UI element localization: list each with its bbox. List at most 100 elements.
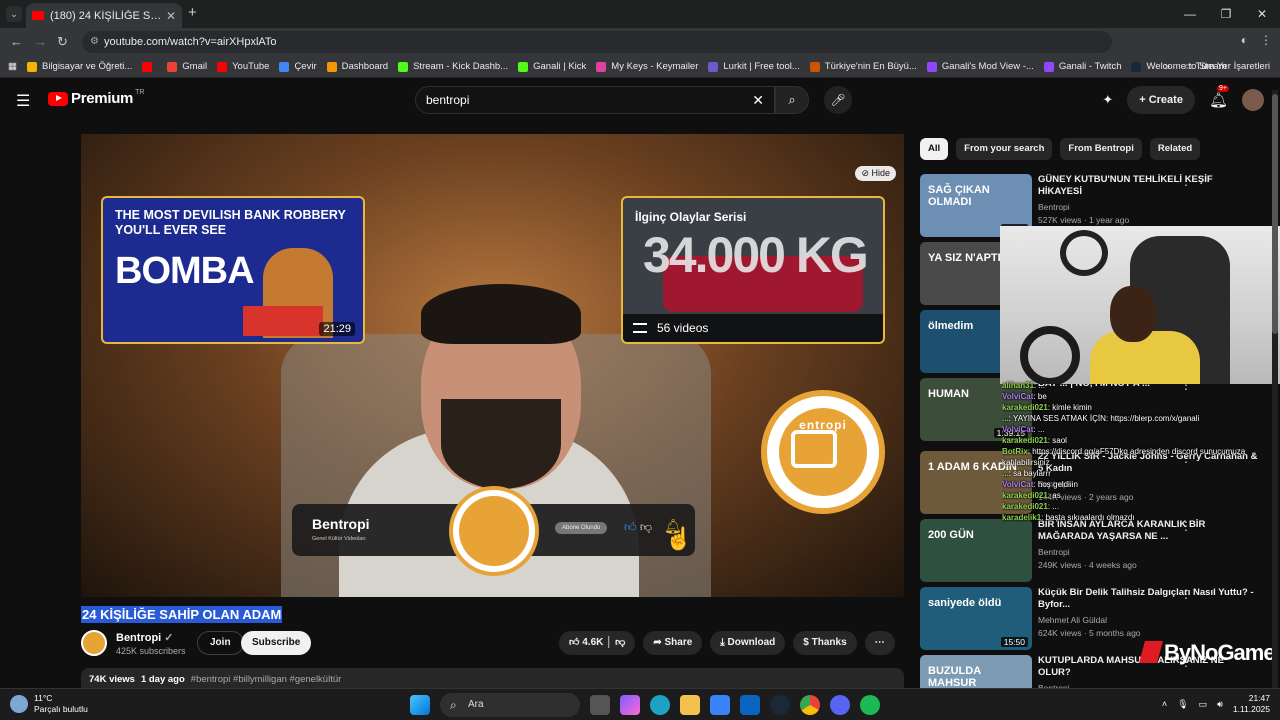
like-button[interactable]: 👍︎ 4.6K │ 👎︎	[559, 631, 636, 655]
bookmark-item[interactable]: Ganali | Kick	[518, 61, 586, 72]
scrollbar[interactable]	[1272, 90, 1278, 690]
recommended-title[interactable]: GÜNEY KUTBU'NUN TEHLİKELİ KEŞİF HİKAYESİ	[1038, 174, 1258, 198]
chat-message: ...: sa baylarrr	[1002, 468, 1280, 479]
browser-tab-strip: ⌄ (180) 24 KİŞİLİĞE SAHİP OLAN ADAM ✕ + …	[0, 0, 1280, 28]
bookmark-item[interactable]: Lurkit | Free tool...	[708, 61, 800, 72]
voice-search-icon[interactable]: 🎤︎	[824, 86, 852, 114]
forward-button[interactable]: →	[34, 34, 47, 49]
end-screen-playlist-card[interactable]: 34.000 KG İlginç Olaylar Serisi 56 video…	[621, 196, 885, 344]
menu-dots-icon[interactable]: ⋮	[1260, 33, 1272, 47]
volume-icon[interactable]: 🔊︎	[1217, 699, 1223, 710]
recommended-channel[interactable]: Mehmet Ali Güldal	[1038, 615, 1107, 625]
all-bookmarks-button[interactable]: ▭ Tüm Yer İşaretleri	[1184, 61, 1270, 72]
more-options-icon[interactable]: ⋮	[1180, 174, 1192, 188]
tab-close-icon[interactable]: ✕	[166, 9, 176, 23]
recommended-title[interactable]: Küçük Bir Delik Talihsiz Dalgıçları Nası…	[1038, 587, 1258, 611]
hide-end-screen-button[interactable]: ⊘ Hide	[855, 166, 896, 181]
more-actions-button[interactable]: ⋯	[864, 631, 895, 655]
video-thumbnail[interactable]: saniyede öldü 15:50	[920, 587, 1032, 650]
chat-text: : ...	[1047, 502, 1059, 511]
search-button[interactable]: ⌕	[775, 86, 809, 114]
recommended-channel[interactable]: Bentropi	[1038, 202, 1070, 212]
hashtags[interactable]: #bentropi #billymilligan #genelkültür	[191, 674, 342, 685]
avatar[interactable]	[1242, 89, 1264, 111]
apps-icon[interactable]: ▦	[8, 61, 17, 72]
bookmark-item[interactable]: YouTube	[217, 61, 269, 72]
subscribe-button[interactable]: Subscribe	[241, 631, 312, 655]
bookmarks-overflow-button[interactable]: »	[1165, 61, 1170, 72]
thanks-button[interactable]: $ Thanks	[793, 631, 857, 655]
reload-button[interactable]: ↻	[57, 34, 68, 50]
file-explorer-icon[interactable]	[680, 695, 700, 715]
bookmark-item[interactable]: Türkiye'nin En Büyü...	[809, 61, 917, 72]
video-player[interactable]: THE MOST DEVILISH BANK ROBBERY YOU'LL EVE…	[81, 134, 904, 597]
taskbar-search-text: Ara	[468, 699, 484, 710]
bookmark-item[interactable]: Gmail	[167, 61, 207, 72]
menu-icon[interactable]: ☰	[16, 91, 30, 111]
start-icon[interactable]	[410, 695, 430, 715]
outlook-icon[interactable]	[740, 695, 760, 715]
bookmark-item[interactable]: Bilgisayar ve Öğreti...	[26, 61, 133, 72]
store-icon[interactable]	[710, 695, 730, 715]
channel-avatar[interactable]	[81, 630, 107, 656]
weather-widget[interactable]: 11°C Parçalı bulutlu	[10, 693, 88, 715]
new-tab-button[interactable]: +	[188, 4, 197, 21]
cast-icon[interactable]: ✦	[1102, 92, 1113, 108]
spotify-icon[interactable]	[860, 695, 880, 715]
bookmark-item[interactable]: Çevir	[279, 61, 317, 72]
mic-icon[interactable]: 🎙︎	[1177, 699, 1188, 710]
chat-username: karakedi021	[1002, 436, 1048, 445]
bookmark-favicon-icon	[142, 61, 153, 72]
back-button[interactable]: ←	[10, 34, 23, 49]
download-button[interactable]: ⤓ Download	[710, 631, 786, 655]
notifications-icon[interactable]: 🔔︎ 9+	[1209, 85, 1229, 109]
bookmark-item[interactable]: Ganali - Twitch	[1043, 61, 1121, 72]
clock[interactable]: 21:47 1.11.2025	[1233, 693, 1270, 715]
description-box[interactable]: 74K views 1 day ago #bentropi #billymillig…	[81, 668, 904, 690]
bookmark-item[interactable]: My Keys - Keymailer	[596, 61, 698, 72]
bookmark-item[interactable]: Ganali's Mod View -...	[926, 61, 1034, 72]
bookmark-item[interactable]	[142, 61, 157, 72]
taskbar-search[interactable]: Ara	[440, 693, 580, 717]
bookmark-item[interactable]: Stream - Kick Dashb...	[398, 61, 508, 72]
bookmark-label: Bilgisayar ve Öğreti...	[41, 61, 133, 72]
verified-icon: ✓	[164, 632, 174, 644]
dislike-icon[interactable]: 👎︎	[615, 637, 625, 648]
stream-chat-overlay: alihan31: ... VolviCat: be karakedi021: ki…	[1002, 380, 1280, 590]
edge-icon[interactable]	[650, 695, 670, 715]
copilot-icon[interactable]	[620, 695, 640, 715]
discord-icon[interactable]	[830, 695, 850, 715]
filter-chip[interactable]: From Bentropi	[1060, 138, 1142, 160]
tray-overflow-icon[interactable]: ˄	[1162, 699, 1167, 709]
chat-text: : https://discord.gg/aF57Dkq adresinden …	[1027, 447, 1246, 456]
channel-logo-watermark[interactable]: entropi	[761, 390, 885, 514]
task-view-icon[interactable]	[590, 695, 610, 715]
join-button[interactable]: Join	[197, 631, 244, 655]
profile-icon[interactable]: ◐	[1241, 33, 1248, 47]
minimize-button[interactable]: —	[1172, 0, 1208, 28]
restore-button[interactable]: ❐	[1208, 0, 1244, 28]
bookmark-favicon-icon	[518, 61, 529, 72]
close-window-button[interactable]: ✕	[1244, 0, 1280, 28]
end-screen-video-card[interactable]: THE MOST DEVILISH BANK ROBBERY YOU'LL EVE…	[101, 196, 365, 344]
clear-search-icon[interactable]: ✕	[752, 87, 764, 113]
youtube-header: ☰ Premium TR bentropi ✕ ⌕ 🎤︎ ✦ + Create …	[0, 78, 1280, 122]
filter-chip[interactable]: Related	[1149, 138, 1201, 160]
steam-icon[interactable]	[770, 695, 790, 715]
tab-search-button[interactable]: ⌄	[6, 6, 22, 22]
site-info-icon[interactable]: ⚙	[90, 31, 99, 53]
youtube-premium-logo[interactable]: Premium TR	[48, 89, 144, 107]
scrollbar-thumb[interactable]	[1272, 94, 1278, 334]
channel-name[interactable]: Bentropi ✓	[116, 631, 174, 644]
bookmark-item[interactable]: Dashboard	[326, 61, 388, 72]
browser-tab[interactable]: (180) 24 KİŞİLİĞE SAHİP OLAN ADAM ✕	[26, 3, 182, 28]
filter-chip[interactable]: All	[920, 138, 949, 160]
create-button[interactable]: + Create	[1127, 86, 1195, 114]
all-bookmarks-label: Tüm Yer İşaretleri	[1195, 61, 1270, 72]
search-input[interactable]: bentropi ✕	[415, 86, 775, 114]
filter-chip[interactable]: From your search	[956, 138, 1053, 160]
network-icon[interactable]: ▭	[1199, 699, 1208, 710]
chrome-icon[interactable]	[800, 695, 820, 715]
address-bar[interactable]: ⚙ youtube.com/watch?v=airXHpxlATo	[82, 31, 1112, 53]
share-button[interactable]: ➦ Share	[643, 631, 703, 655]
